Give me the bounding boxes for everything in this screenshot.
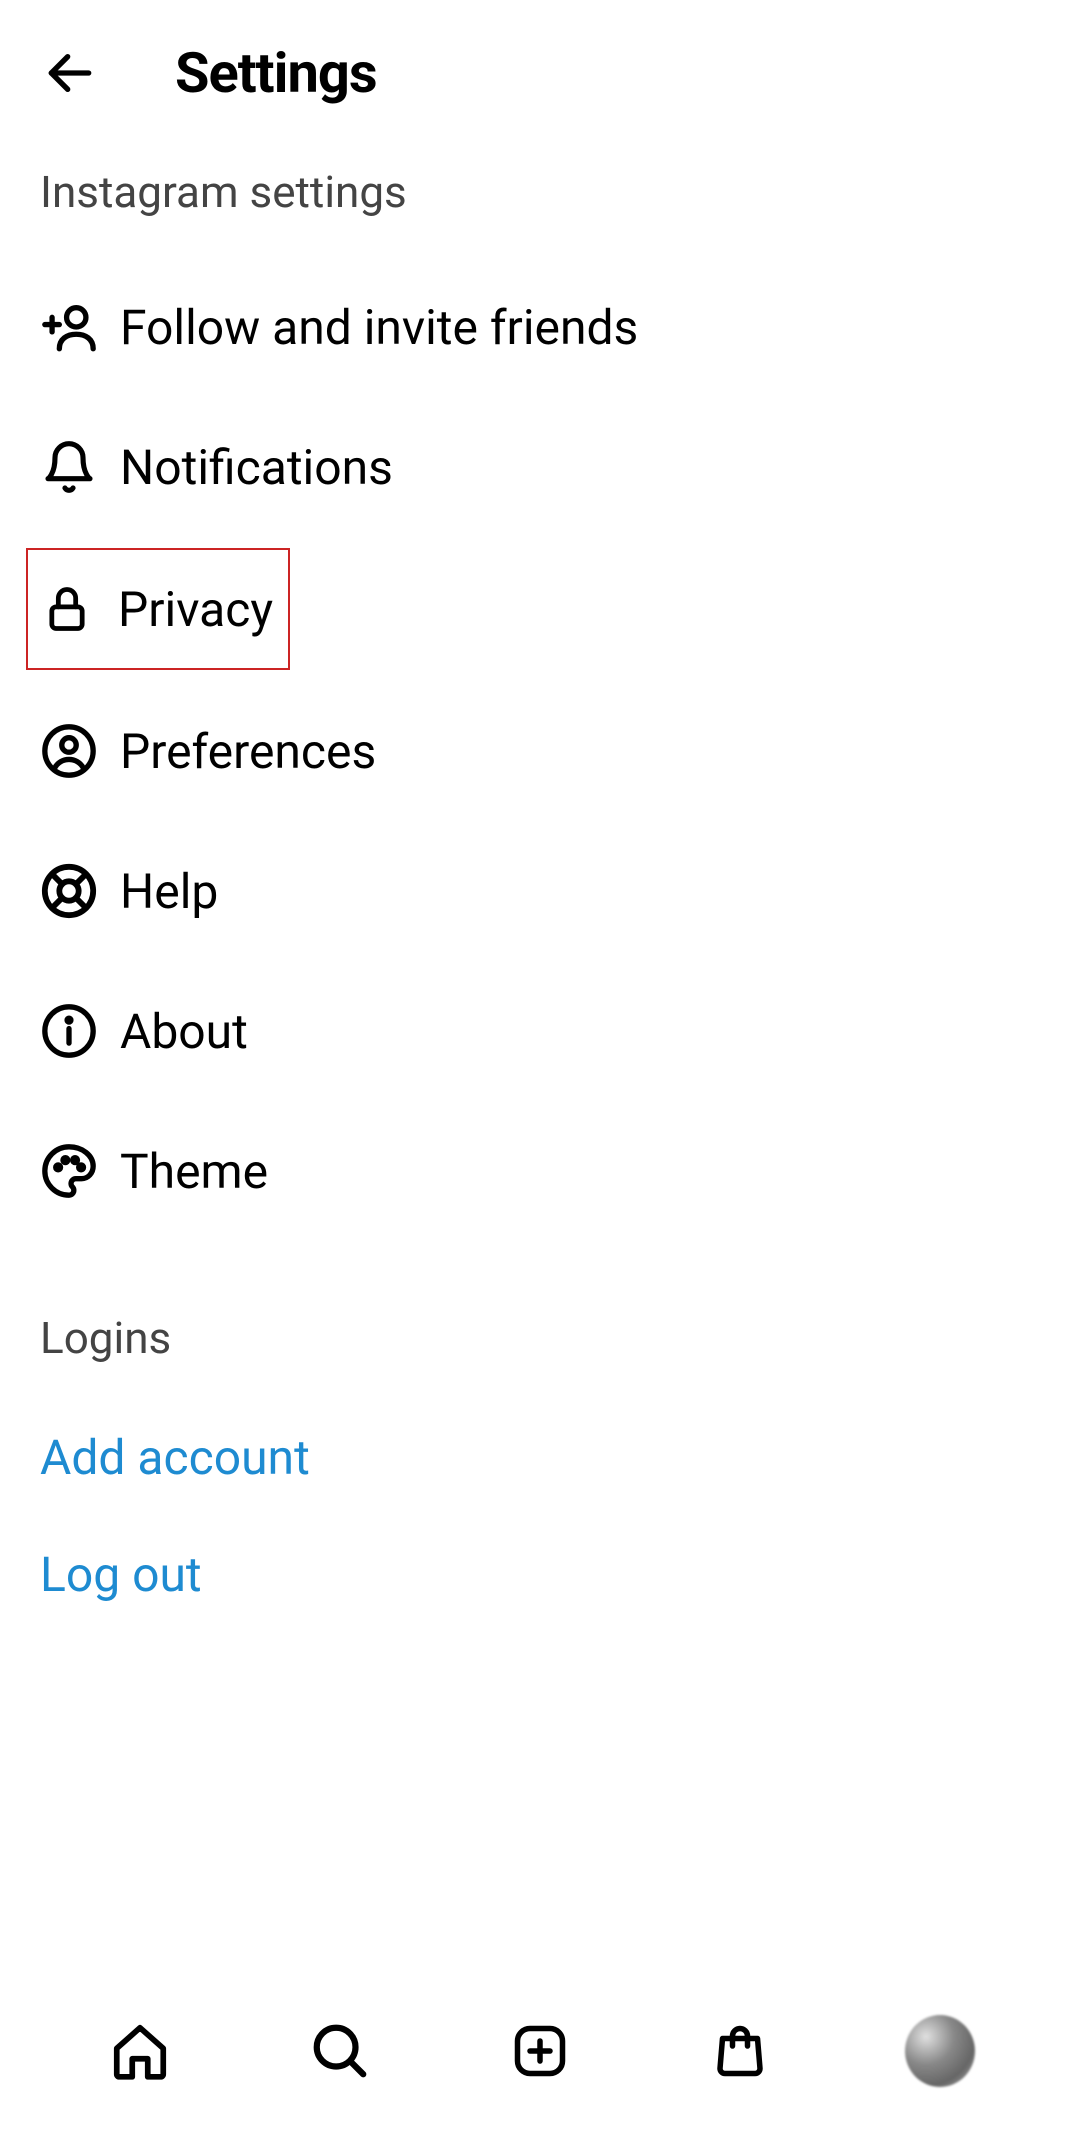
person-circle-icon xyxy=(40,722,98,780)
search-icon xyxy=(309,2020,371,2082)
menu-label: Follow and invite friends xyxy=(120,299,638,356)
add-account-button[interactable]: Add account xyxy=(0,1409,1080,1506)
lock-icon xyxy=(38,580,96,638)
bottom-nav xyxy=(0,1981,1080,2121)
menu-label: Notifications xyxy=(120,439,393,496)
menu-label: Help xyxy=(120,863,218,920)
add-user-icon xyxy=(40,298,98,356)
bell-icon xyxy=(40,438,98,496)
section-logins: Logins xyxy=(0,1252,1080,1409)
page-title: Settings xyxy=(175,40,377,106)
menu-item-follow-invite[interactable]: Follow and invite friends xyxy=(40,268,1040,386)
add-post-icon xyxy=(510,2021,570,2081)
section-instagram-settings: Instagram settings xyxy=(0,136,1080,268)
home-icon xyxy=(109,2020,171,2082)
nav-profile[interactable] xyxy=(905,2016,975,2086)
header: Settings xyxy=(0,0,1080,136)
menu-label: About xyxy=(120,1003,248,1060)
menu-label: Privacy xyxy=(118,581,273,638)
menu-item-about[interactable]: About xyxy=(40,972,1040,1090)
info-icon xyxy=(40,1002,98,1060)
nav-shop[interactable] xyxy=(705,2016,775,2086)
back-button[interactable] xyxy=(40,43,100,103)
menu-item-notifications[interactable]: Notifications xyxy=(40,408,1040,526)
menu-label: Preferences xyxy=(120,723,376,780)
lifebuoy-icon xyxy=(40,862,98,920)
palette-icon xyxy=(40,1142,98,1200)
log-out-button[interactable]: Log out xyxy=(0,1526,1080,1623)
avatar xyxy=(905,2015,975,2087)
nav-home[interactable] xyxy=(105,2016,175,2086)
menu-item-help[interactable]: Help xyxy=(40,832,1040,950)
menu-item-preferences[interactable]: Preferences xyxy=(40,692,1040,810)
menu-item-privacy[interactable]: Privacy xyxy=(26,548,290,670)
nav-add-post[interactable] xyxy=(505,2016,575,2086)
settings-menu: Follow and invite friends Notifications … xyxy=(0,268,1080,1230)
menu-item-theme[interactable]: Theme xyxy=(40,1112,1040,1230)
nav-search[interactable] xyxy=(305,2016,375,2086)
shop-icon xyxy=(710,2021,770,2081)
arrow-left-icon xyxy=(42,45,98,101)
menu-label: Theme xyxy=(120,1143,268,1200)
